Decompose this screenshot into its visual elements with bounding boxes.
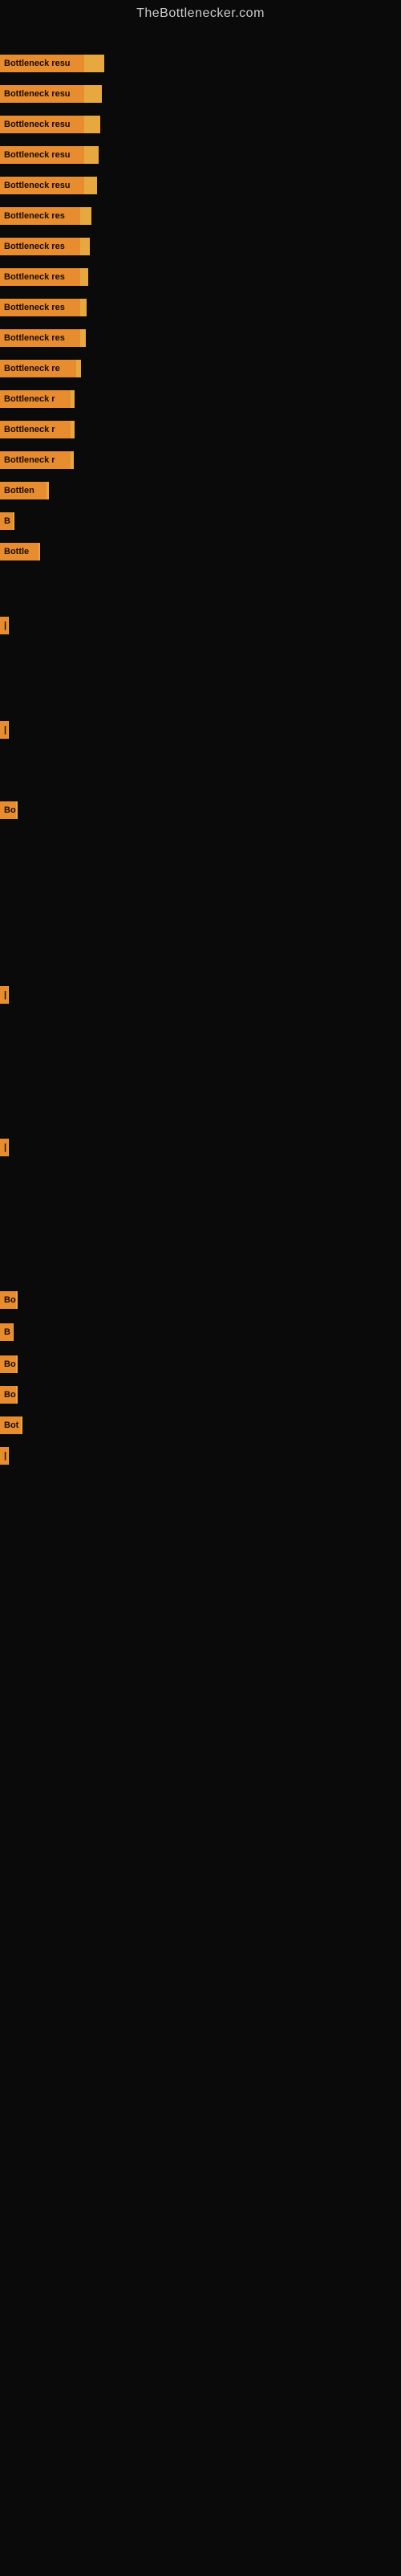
bar-line — [8, 986, 9, 1004]
bar-line — [80, 329, 86, 347]
bar-label: Bottleneck res — [0, 238, 80, 255]
bar-line — [71, 451, 74, 469]
bar-line — [16, 801, 18, 819]
bar-item: Bottleneck res — [0, 299, 87, 316]
bar-line — [80, 207, 91, 225]
bar-item: Bottleneck resu — [0, 177, 97, 194]
bar-item: Bot — [0, 1416, 22, 1434]
bar-label: Bottleneck res — [0, 207, 80, 225]
bar-label: | — [0, 1139, 8, 1156]
bar-item: B — [0, 512, 14, 530]
bar-label: B — [0, 1323, 13, 1341]
bar-line — [84, 85, 102, 103]
bar-item: Bo — [0, 1386, 18, 1404]
bar-line — [80, 299, 87, 316]
bar-label: Bottleneck r — [0, 421, 71, 438]
bar-item: Bo — [0, 801, 18, 819]
bar-label: | — [0, 1447, 8, 1465]
bar-line — [21, 1416, 22, 1434]
bar-item: B — [0, 1323, 14, 1341]
bar-line — [13, 1323, 14, 1341]
bar-item: Bottleneck r — [0, 451, 74, 469]
bar-line — [8, 1139, 9, 1156]
bar-line — [16, 1355, 18, 1373]
bar-label: Bottleneck resu — [0, 55, 84, 72]
bar-line — [8, 721, 9, 739]
bar-line — [38, 543, 40, 560]
bar-item: Bo — [0, 1355, 18, 1373]
bar-label: Bottleneck r — [0, 451, 71, 469]
bar-label: Bo — [0, 1386, 16, 1404]
bar-label: Bottle — [0, 543, 38, 560]
bar-label: Bottleneck resu — [0, 146, 84, 164]
bar-item: Bottleneck resu — [0, 146, 99, 164]
bar-label: Bottleneck resu — [0, 116, 84, 133]
bar-item: Bottlen — [0, 482, 49, 499]
bar-label: Bottlen — [0, 482, 47, 499]
bar-label: Bottleneck res — [0, 329, 80, 347]
bar-line — [84, 177, 97, 194]
bar-item: | — [0, 721, 9, 739]
bar-label: | — [0, 721, 8, 739]
bar-line — [80, 238, 90, 255]
bar-label: Bottleneck resu — [0, 177, 84, 194]
site-title: TheBottlenecker.com — [0, 0, 401, 27]
bar-line — [84, 146, 99, 164]
bar-label: | — [0, 617, 8, 634]
bar-item: Bottleneck res — [0, 238, 90, 255]
bar-item: | — [0, 617, 9, 634]
bar-line — [71, 390, 75, 408]
bar-item: Bottleneck resu — [0, 116, 100, 133]
bar-item: Bottleneck r — [0, 390, 75, 408]
bar-label: Bottleneck res — [0, 268, 80, 286]
bar-label: Bottleneck re — [0, 360, 76, 377]
bar-line — [80, 268, 88, 286]
bar-line — [84, 55, 104, 72]
bar-item: Bottleneck re — [0, 360, 81, 377]
bar-label: Bottleneck r — [0, 390, 71, 408]
bar-item: Bottleneck resu — [0, 55, 104, 72]
bar-item: | — [0, 1139, 9, 1156]
bar-item: Bottle — [0, 543, 40, 560]
bar-line — [13, 512, 14, 530]
bar-label: Bo — [0, 1355, 16, 1373]
bar-label: Bot — [0, 1416, 21, 1434]
bar-item: Bottleneck res — [0, 268, 88, 286]
bar-line — [47, 482, 49, 499]
bar-item: Bo — [0, 1291, 18, 1309]
bar-item: Bottleneck res — [0, 329, 86, 347]
bar-item: | — [0, 986, 9, 1004]
bar-item: Bottleneck resu — [0, 85, 102, 103]
bar-line — [76, 360, 81, 377]
bar-item: | — [0, 1447, 9, 1465]
bar-label: Bottleneck res — [0, 299, 80, 316]
bar-label: Bottleneck resu — [0, 85, 84, 103]
bar-label: | — [0, 986, 8, 1004]
bar-line — [71, 421, 75, 438]
bar-item: Bottleneck r — [0, 421, 75, 438]
bar-label: Bo — [0, 801, 16, 819]
bar-item: Bottleneck res — [0, 207, 91, 225]
bar-line — [16, 1291, 18, 1309]
bar-label: B — [0, 512, 13, 530]
bar-label: Bo — [0, 1291, 16, 1309]
bar-line — [84, 116, 100, 133]
bar-line — [16, 1386, 18, 1404]
bar-line — [8, 617, 9, 634]
bar-line — [8, 1447, 9, 1465]
